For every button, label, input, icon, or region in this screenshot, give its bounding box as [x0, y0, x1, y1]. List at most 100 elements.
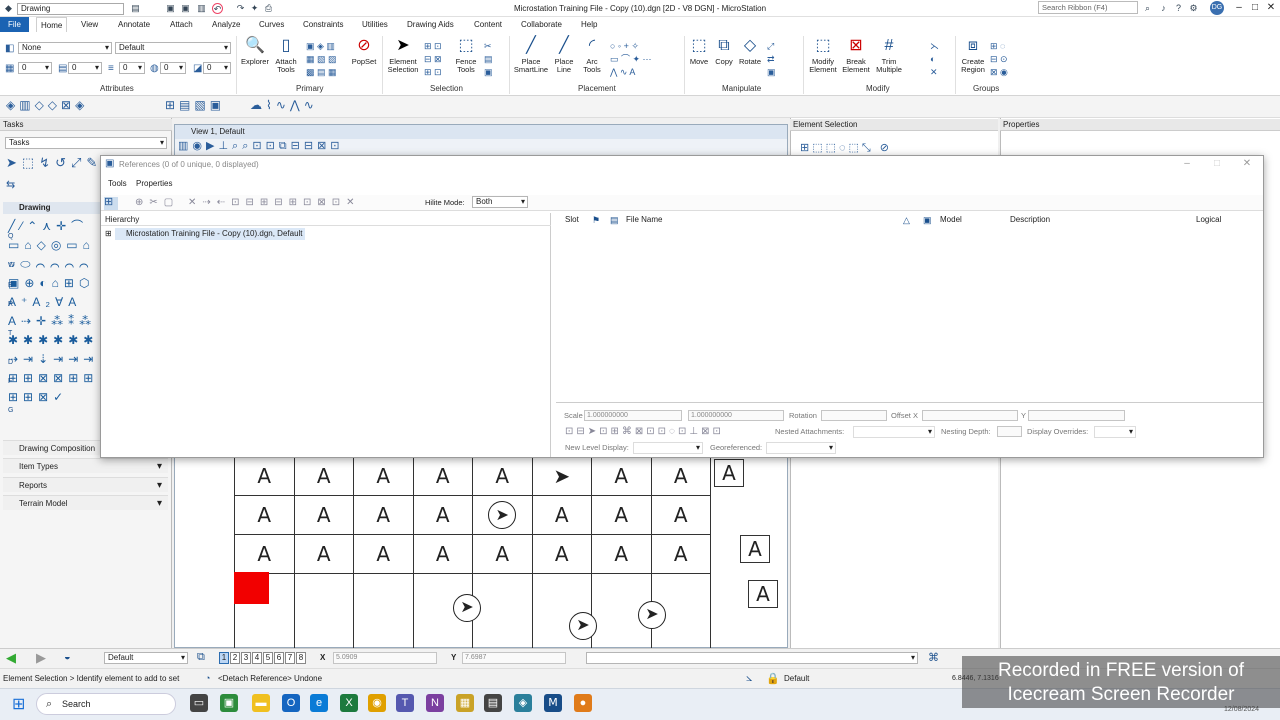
dialog-menu-properties[interactable]: Properties: [136, 179, 172, 189]
grid-cell[interactable]: A: [412, 534, 473, 574]
column-slot[interactable]: Slot: [565, 215, 579, 225]
grid-cell[interactable]: ➤: [472, 495, 533, 535]
level-dropdown[interactable]: None: [18, 42, 112, 54]
grid-cell[interactable]: ➤: [531, 456, 592, 496]
task-section-item-types[interactable]: Item Types: [3, 458, 168, 474]
recorder-taskbar-icon[interactable]: ●: [574, 694, 592, 712]
circled-arrow[interactable]: ➤: [453, 594, 481, 622]
grid-cell[interactable]: A: [412, 456, 473, 496]
attach-tools-button[interactable]: ▯ Attach Tools: [272, 36, 300, 74]
level-display-icon[interactable]: ◒: [64, 651, 71, 663]
app-icon-1[interactable]: ▣: [220, 694, 238, 712]
nesting-depth-field[interactable]: [997, 426, 1022, 437]
tab-constraints[interactable]: Constraints: [299, 17, 347, 32]
active-level-dropdown[interactable]: Default: [104, 652, 188, 664]
groups-small-tools-icon[interactable]: ⊞ ◌ ⊟ ⊙ ⊠ ◉: [990, 40, 1008, 79]
task-view-icon[interactable]: ▭: [190, 694, 208, 712]
tree-expand-icon[interactable]: ⊞: [105, 229, 112, 239]
rotation-field[interactable]: [821, 410, 887, 421]
tab-help[interactable]: Help: [577, 17, 601, 32]
column-logical[interactable]: Logical: [1196, 215, 1221, 225]
scale-field-1[interactable]: 1.000000000: [584, 410, 682, 421]
fence-tools-button[interactable]: ⬚ Fence Tools: [452, 36, 480, 74]
tab-curves[interactable]: Curves: [255, 17, 288, 32]
microstation-taskbar-icon[interactable]: Ⅿ: [544, 694, 562, 712]
teams-icon[interactable]: T: [396, 694, 414, 712]
tab-file[interactable]: File: [0, 17, 29, 32]
color-dropdown[interactable]: 0: [18, 62, 52, 74]
priority-dropdown[interactable]: 0: [203, 62, 231, 74]
tab-annotate[interactable]: Annotate: [114, 17, 154, 32]
display-overrides-dropdown[interactable]: [1094, 426, 1136, 438]
column-file-name[interactable]: File Name: [626, 215, 662, 225]
view-button-3[interactable]: 3: [241, 652, 251, 664]
excel-icon[interactable]: X: [340, 694, 358, 712]
grid-cell[interactable]: A: [531, 495, 592, 535]
column-model[interactable]: Model: [940, 215, 962, 225]
weight-dropdown[interactable]: 0: [119, 62, 145, 74]
move-button[interactable]: ⬚ Move: [687, 36, 711, 66]
grid-cell[interactable]: [353, 573, 414, 650]
hilite-mode-dropdown[interactable]: Both: [472, 196, 528, 208]
pin-icon[interactable]: ✦: [249, 3, 260, 14]
placement-small-tools-icon[interactable]: ○ ◦ + ✧ ▭ ⌒ ✦ ⋯ ⋀ ∿ A: [610, 40, 652, 79]
tab-attach[interactable]: Attach: [166, 17, 197, 32]
task-section-terrain-model[interactable]: Terrain Model: [3, 495, 168, 511]
view-groups-icon[interactable]: ⧉: [197, 651, 205, 664]
app-icon-3[interactable]: ▤: [484, 694, 502, 712]
help-icon[interactable]: ?: [1173, 3, 1184, 14]
grid-cell[interactable]: A: [353, 495, 414, 535]
grid-cell[interactable]: A: [234, 456, 295, 496]
back-icon[interactable]: ◀: [6, 650, 16, 666]
dialog-minimize-icon[interactable]: –: [1180, 157, 1194, 171]
print-icon[interactable]: ⎙: [263, 3, 274, 14]
grid-cell[interactable]: [472, 573, 533, 650]
snap-icon[interactable]: ⌘: [928, 651, 939, 664]
column-description[interactable]: Description: [1010, 215, 1050, 225]
y-coordinate-field[interactable]: 7.6987: [462, 652, 566, 664]
accudraw-icon[interactable]: ⦣: [746, 672, 752, 685]
rotate-button[interactable]: ◇ Rotate: [737, 36, 763, 66]
tab-content[interactable]: Content: [470, 17, 506, 32]
offset-y-field[interactable]: [1028, 410, 1125, 421]
view-button-1[interactable]: 1: [219, 652, 229, 664]
hierarchy-toggle-icon[interactable]: ⊞: [104, 197, 118, 210]
save-settings-icon[interactable]: ▣: [180, 3, 191, 14]
grid-cell[interactable]: A: [472, 456, 533, 496]
grid-cell[interactable]: A: [353, 456, 414, 496]
workspace-dropdown[interactable]: Drawing: [17, 3, 124, 15]
windows-start-icon[interactable]: ⊞: [12, 694, 25, 714]
offset-x-field[interactable]: [922, 410, 1018, 421]
manipulate-small-tools-icon[interactable]: ⤢ ⇄ ▣: [767, 40, 776, 79]
tab-home[interactable]: Home: [36, 17, 68, 32]
tab-drawing-aids[interactable]: Drawing Aids: [403, 17, 458, 32]
view-button-8[interactable]: 8: [296, 652, 306, 664]
minimize-icon[interactable]: –: [1232, 1, 1246, 15]
boxed-letter[interactable]: A: [748, 580, 778, 608]
grid-cell[interactable]: A: [650, 534, 711, 574]
view-button-2[interactable]: 2: [230, 652, 240, 664]
tool-strip-icons-left[interactable]: ◈▥◇◇⊠◈: [6, 99, 88, 111]
redo-icon[interactable]: ↷: [235, 3, 246, 14]
grid-cell[interactable]: A: [293, 456, 354, 496]
save-icon[interactable]: ▣: [165, 3, 176, 14]
tab-collaborate[interactable]: Collaborate: [517, 17, 566, 32]
view-button-5[interactable]: 5: [263, 652, 273, 664]
place-line-button[interactable]: ╱ Place Line: [551, 36, 577, 74]
gear-icon[interactable]: ⚙: [1188, 3, 1199, 14]
grid-cell[interactable]: A: [234, 534, 295, 574]
task-extra-icon[interactable]: ⇆: [6, 180, 15, 191]
tasks-dropdown[interactable]: Tasks: [5, 137, 167, 149]
boxed-letter[interactable]: A: [740, 535, 770, 563]
file-explorer-icon[interactable]: ▬: [252, 694, 270, 712]
modify-element-button[interactable]: ⬚ Modify Element: [807, 36, 839, 74]
edge-icon[interactable]: e: [310, 694, 328, 712]
grid-cell[interactable]: A: [650, 495, 711, 535]
grid-cell[interactable]: A: [412, 495, 473, 535]
modify-small-tools-icon[interactable]: ⋋ ◐ ✕: [930, 40, 939, 79]
view-button-4[interactable]: 4: [252, 652, 262, 664]
view-button-6[interactable]: 6: [274, 652, 284, 664]
display-toggle-icons[interactable]: ⊡⊟➤⊡⊞⌘⊠⊡⊡◌⊡⊥⊠⊡: [565, 427, 724, 437]
ribbon-search-input[interactable]: Search Ribbon (F4): [1038, 1, 1138, 14]
app-icon-4[interactable]: ◈: [514, 694, 532, 712]
